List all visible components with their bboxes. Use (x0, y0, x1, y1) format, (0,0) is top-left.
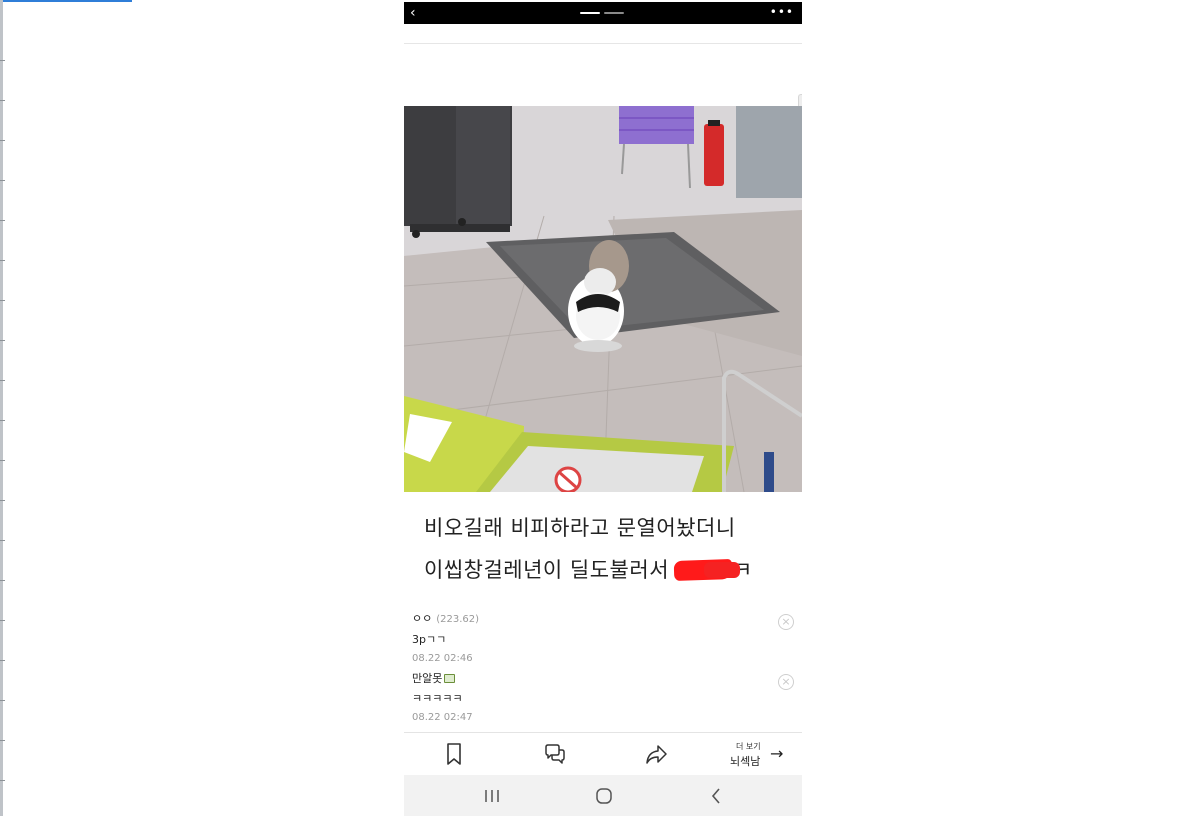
comment-ip: (223.62) (436, 614, 480, 625)
delete-icon[interactable]: × (778, 614, 794, 630)
comment-author: ㅇㅇ (412, 612, 433, 625)
edge-tick (0, 260, 5, 261)
window-left-edge (0, 0, 3, 816)
comment-item: 만알못 ㅋㅋㅋㅋㅋ 08.22 02:47 × (412, 672, 794, 724)
back-icon[interactable]: ‹ (410, 2, 416, 24)
edge-tick (0, 340, 5, 341)
edge-tick (0, 100, 5, 101)
edge-tick (0, 500, 5, 501)
edge-tick (0, 460, 5, 461)
comment-text: 3pㄱㄱ (412, 633, 447, 646)
arrow-right-icon: → (770, 744, 784, 763)
page-indicator-inactive (604, 12, 624, 14)
header-divider (404, 43, 802, 44)
page-indicator-active (580, 12, 600, 14)
memo-badge-icon (444, 674, 456, 683)
edge-tick (0, 620, 5, 621)
more-board-label: 뇌섹남 (730, 755, 761, 768)
edge-tick (0, 780, 5, 781)
edge-tick (0, 420, 5, 421)
selection-indicator (3, 0, 132, 2)
comment-time: 08.22 02:46 (412, 653, 473, 664)
post-photo (404, 106, 802, 492)
top-bar: ‹ ••• (404, 2, 802, 24)
edge-tick (0, 220, 5, 221)
delete-icon[interactable]: × (778, 674, 794, 690)
comment-time: 08.22 02:47 (412, 712, 473, 723)
edge-tick (0, 380, 5, 381)
post-text-line-1: 비오길래 비피하라고 문열어놨더니 (424, 516, 736, 540)
action-bar: 더 보기 뇌섹남 → (404, 733, 802, 775)
home-icon[interactable] (593, 785, 615, 807)
redaction-mark (704, 562, 740, 578)
phone-screenshot: ‹ ••• 비오길래 비피하라고 문열어놨더니 이씹창걸레년이 딜도불러서 ㅇㅇ… (404, 0, 802, 816)
post-text-line-2-start: 이씹창걸레년이 딜도불러서 (424, 558, 670, 582)
comment-item: ㅇㅇ (223.62) 3pㄱㄱ 08.22 02:46 × (412, 612, 794, 665)
comment-text: ㅋㅋㅋㅋㅋ (412, 692, 463, 705)
edge-tick (0, 660, 5, 661)
nav-back-icon[interactable] (705, 785, 727, 807)
edge-tick (0, 740, 5, 741)
edge-tick (0, 700, 5, 701)
edge-tick (0, 300, 5, 301)
edge-tick (0, 180, 5, 181)
edge-tick (0, 140, 5, 141)
more-icon[interactable]: ••• (770, 2, 794, 22)
edge-tick (0, 60, 5, 61)
recent-apps-icon[interactable] (481, 785, 503, 807)
more-small-label: 더 보기 (736, 742, 761, 751)
comment-icon[interactable] (543, 742, 567, 766)
edge-tick (0, 540, 5, 541)
edge-tick (0, 580, 5, 581)
system-nav-bar (404, 775, 802, 816)
share-icon[interactable] (644, 742, 668, 766)
comment-author: 만알못 (412, 672, 443, 685)
more-posts-link[interactable]: 더 보기 뇌섹남 → (730, 739, 790, 769)
bookmark-icon[interactable] (442, 742, 466, 766)
